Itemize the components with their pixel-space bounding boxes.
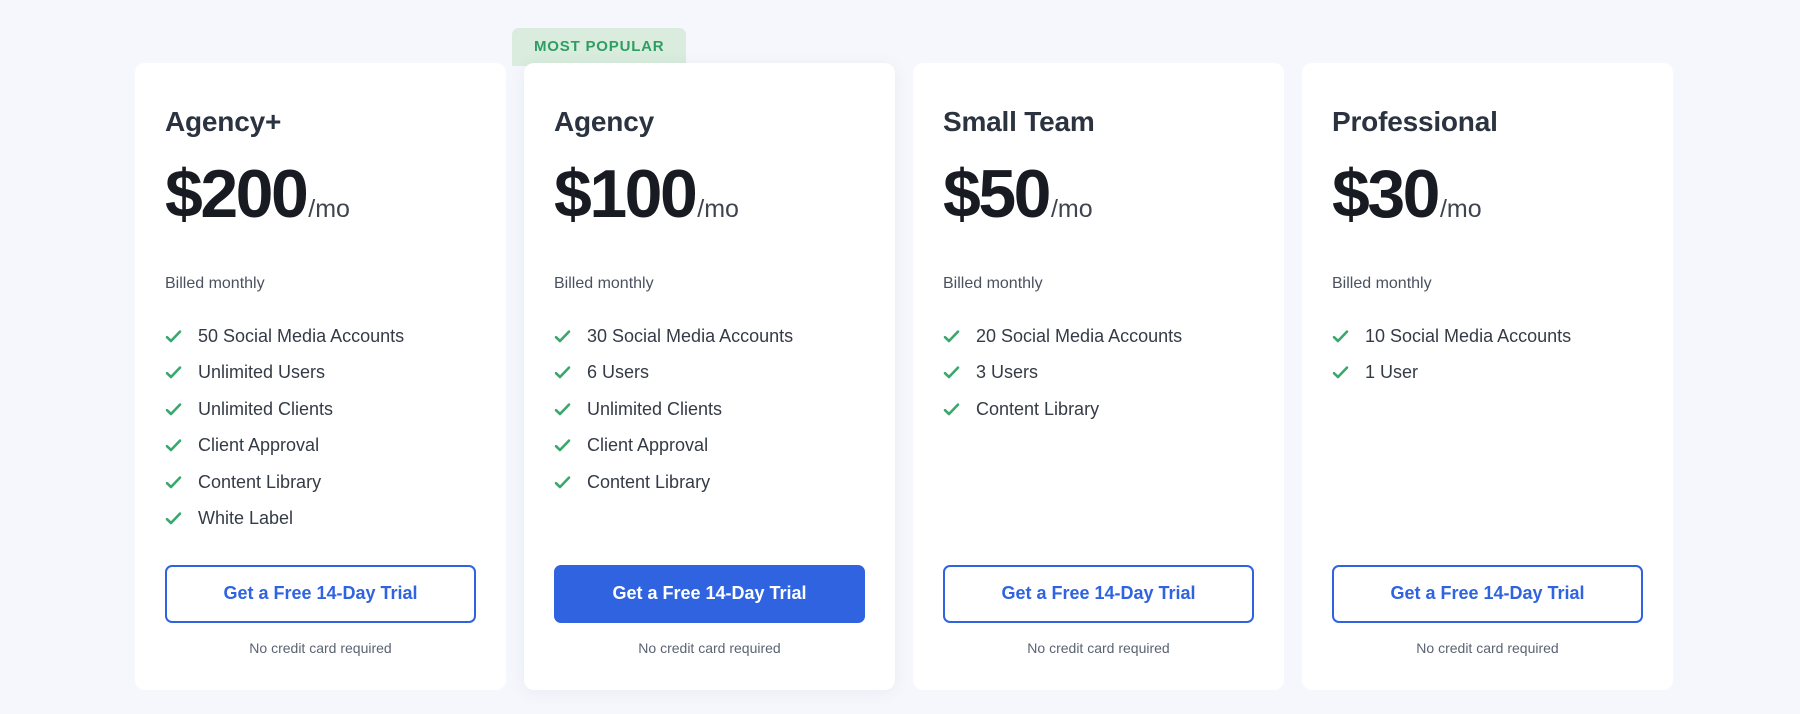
feature-list: 30 Social Media Accounts 6 Users Unlimit…	[554, 325, 865, 508]
plan-price: $30 /mo	[1332, 160, 1643, 228]
check-icon	[165, 510, 182, 527]
check-icon	[165, 328, 182, 345]
free-trial-button[interactable]: Get a Free 14-Day Trial	[165, 565, 476, 623]
billing-note: Billed monthly	[554, 274, 654, 292]
pricing-cards-row: Agency+ $200 /mo Billed monthly 50 Socia…	[135, 63, 1673, 690]
most-popular-badge: MOST POPULAR	[512, 28, 687, 66]
free-trial-button[interactable]: Get a Free 14-Day Trial	[943, 565, 1254, 623]
list-item: Content Library	[943, 398, 1254, 421]
feature-label: Content Library	[976, 398, 1100, 419]
feature-label: 20 Social Media Accounts	[976, 325, 1183, 346]
list-item: Client Approval	[165, 434, 476, 457]
price-period: /mo	[1050, 194, 1093, 223]
check-icon	[554, 437, 571, 454]
plan-name: Agency+	[165, 106, 282, 137]
free-trial-button[interactable]: Get a Free 14-Day Trial	[554, 565, 865, 623]
list-item: 20 Social Media Accounts	[943, 325, 1254, 348]
plan-name: Professional	[1332, 106, 1498, 137]
list-item: 50 Social Media Accounts	[165, 325, 476, 348]
check-icon	[554, 401, 571, 418]
pricing-card-professional: Professional $30 /mo Billed monthly 10 S…	[1302, 63, 1673, 690]
list-item: Client Approval	[554, 434, 865, 457]
feature-label: 10 Social Media Accounts	[1365, 325, 1572, 346]
feature-label: Client Approval	[198, 435, 320, 456]
list-item: 30 Social Media Accounts	[554, 325, 865, 348]
check-icon	[943, 328, 960, 345]
check-icon	[943, 401, 960, 418]
billing-note: Billed monthly	[1332, 274, 1432, 292]
list-item: Content Library	[165, 471, 476, 494]
check-icon	[1332, 328, 1349, 345]
cta-note: No credit card required	[638, 640, 781, 656]
list-item: Unlimited Users	[165, 361, 476, 384]
cta-area: Get a Free 14-Day Trial No credit card r…	[943, 565, 1254, 690]
feature-label: 1 User	[1365, 362, 1419, 383]
feature-label: 6 Users	[587, 362, 650, 383]
plan-price: $50 /mo	[943, 160, 1254, 228]
pricing-card-agency-plus: Agency+ $200 /mo Billed monthly 50 Socia…	[135, 63, 506, 690]
feature-label: Unlimited Clients	[587, 398, 723, 419]
plan-name: Agency	[554, 106, 654, 137]
pricing-section: MOST POPULAR Agency+ $200 /mo Billed mon…	[0, 0, 1800, 714]
list-item: 10 Social Media Accounts	[1332, 325, 1643, 348]
free-trial-button[interactable]: Get a Free 14-Day Trial	[1332, 565, 1643, 623]
list-item: Unlimited Clients	[554, 398, 865, 421]
feature-list: 50 Social Media Accounts Unlimited Users…	[165, 325, 476, 544]
feature-label: Unlimited Users	[198, 362, 326, 383]
check-icon	[165, 364, 182, 381]
list-item: 1 User	[1332, 361, 1643, 384]
price-amount: $200	[165, 155, 309, 232]
check-icon	[554, 474, 571, 491]
cta-area: Get a Free 14-Day Trial No credit card r…	[554, 565, 865, 690]
feature-label: 50 Social Media Accounts	[198, 325, 405, 346]
feature-label: 30 Social Media Accounts	[587, 325, 794, 346]
check-icon	[165, 474, 182, 491]
feature-label: Unlimited Clients	[198, 398, 334, 419]
feature-label: 3 Users	[976, 362, 1039, 383]
price-period: /mo	[697, 194, 739, 223]
feature-label: White Label	[198, 508, 294, 529]
plan-name: Small Team	[943, 106, 1095, 137]
cta-note: No credit card required	[249, 640, 392, 656]
cta-note: No credit card required	[1416, 640, 1559, 656]
list-item: 6 Users	[554, 361, 865, 384]
price-amount: $100	[554, 155, 698, 232]
billing-note: Billed monthly	[165, 274, 265, 292]
cta-note: No credit card required	[1027, 640, 1170, 656]
list-item: Content Library	[554, 471, 865, 494]
check-icon	[943, 364, 960, 381]
check-icon	[554, 328, 571, 345]
feature-list: 20 Social Media Accounts 3 Users Content…	[943, 325, 1254, 435]
check-icon	[165, 437, 182, 454]
pricing-card-small-team: Small Team $50 /mo Billed monthly 20 Soc…	[913, 63, 1284, 690]
pricing-card-agency: Agency $100 /mo Billed monthly 30 Social…	[524, 63, 895, 690]
price-amount: $30	[1332, 155, 1440, 232]
price-period: /mo	[308, 194, 350, 223]
price-amount: $50	[943, 155, 1051, 232]
list-item: White Label	[165, 507, 476, 530]
feature-label: Client Approval	[587, 435, 709, 456]
cta-area: Get a Free 14-Day Trial No credit card r…	[165, 565, 476, 690]
price-period: /mo	[1439, 194, 1482, 223]
billing-note: Billed monthly	[943, 274, 1043, 292]
plan-price: $100 /mo	[554, 160, 865, 228]
feature-list: 10 Social Media Accounts 1 User	[1332, 325, 1643, 398]
plan-price: $200 /mo	[165, 160, 476, 228]
list-item: 3 Users	[943, 361, 1254, 384]
feature-label: Content Library	[198, 471, 322, 492]
feature-label: Content Library	[587, 471, 711, 492]
check-icon	[1332, 364, 1349, 381]
check-icon	[165, 401, 182, 418]
cta-area: Get a Free 14-Day Trial No credit card r…	[1332, 565, 1643, 690]
list-item: Unlimited Clients	[165, 398, 476, 421]
check-icon	[554, 364, 571, 381]
